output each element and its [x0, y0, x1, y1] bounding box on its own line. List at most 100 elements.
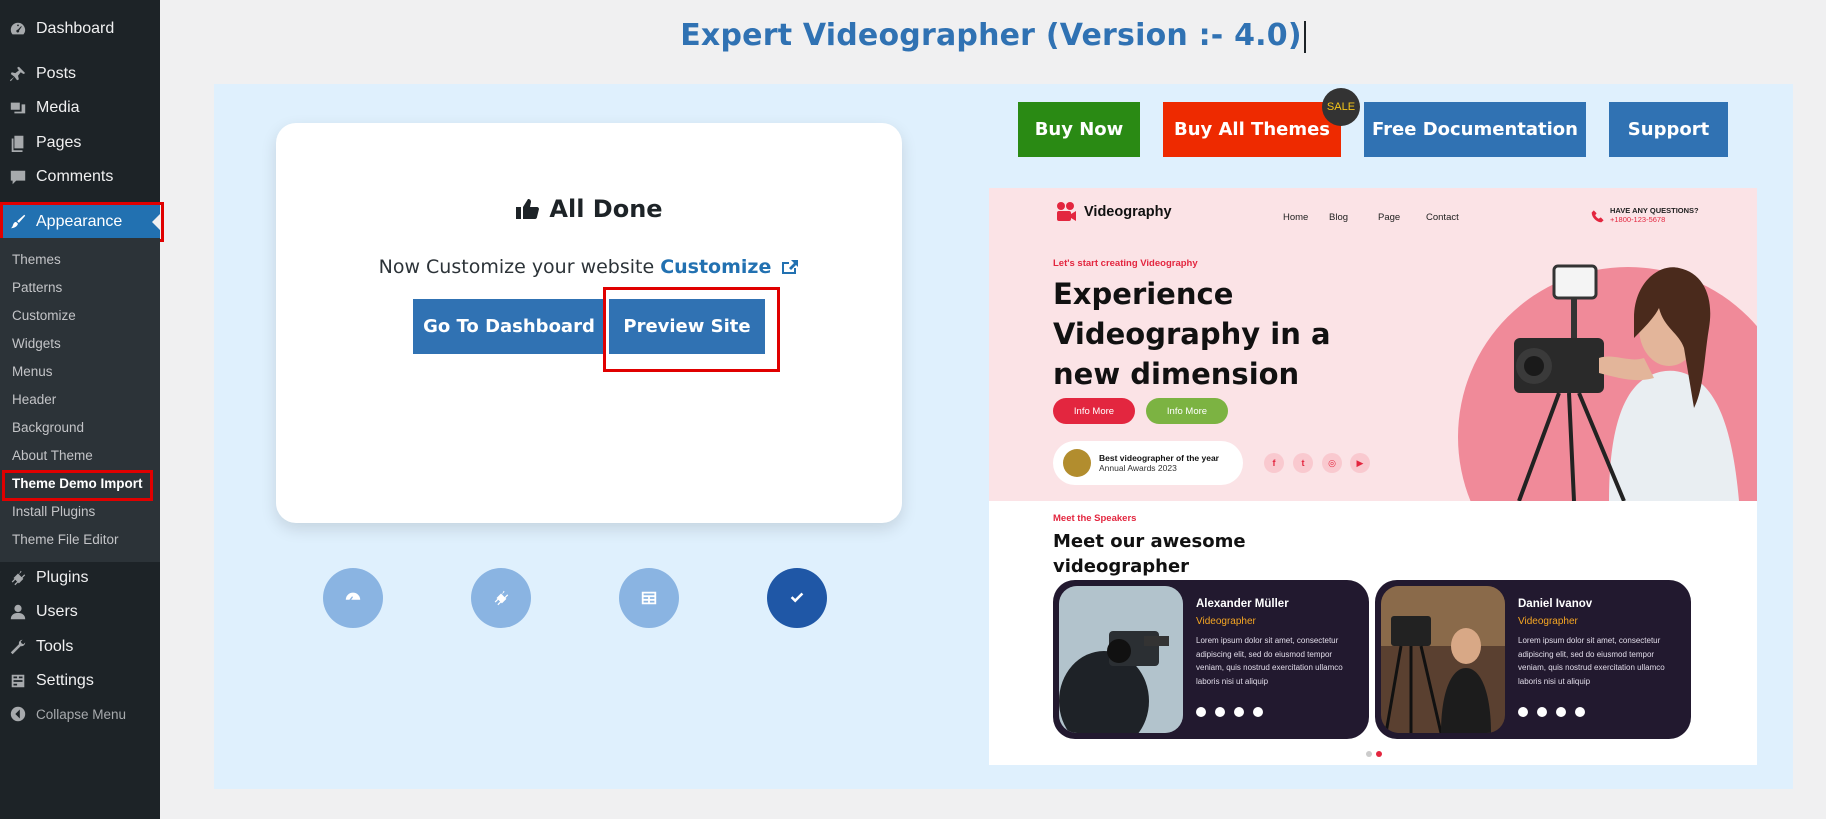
buy-now-button[interactable]: Buy Now	[1018, 102, 1140, 157]
menu-comments[interactable]: Comments	[0, 160, 160, 194]
menu-pages[interactable]: Pages	[0, 126, 160, 160]
page-title: Expert Videographer (Version :- 4.0)	[160, 18, 1826, 53]
preview-hero: Videography Home Blog Page Contact HAVE …	[989, 188, 1757, 501]
menu-settings[interactable]: Settings	[0, 664, 160, 698]
all-done-heading: All Done	[276, 195, 902, 223]
submenu-header[interactable]: Header	[12, 392, 56, 407]
menu-tools[interactable]: Tools	[0, 630, 160, 664]
pin-icon	[0, 65, 36, 83]
preview-info-button-1: Info More	[1053, 398, 1135, 424]
theme-preview-image: Videography Home Blog Page Contact HAVE …	[989, 188, 1757, 765]
step-done[interactable]	[767, 568, 827, 628]
menu-dashboard[interactable]: Dashboard	[0, 12, 160, 46]
preview-nav-home: Home	[1283, 212, 1309, 223]
step-plugins[interactable]	[471, 568, 531, 628]
sale-badge: SALE	[1322, 88, 1360, 126]
submenu-patterns[interactable]: Patterns	[12, 280, 62, 295]
preview-award-title: Best videographer of the year	[1099, 453, 1219, 463]
menu-users[interactable]: Users	[0, 595, 160, 629]
submenu-customize[interactable]: Customize	[12, 308, 76, 323]
twitter-icon	[1537, 707, 1547, 717]
step-content[interactable]	[619, 568, 679, 628]
submenu-theme-file-editor[interactable]: Theme File Editor	[12, 532, 119, 547]
menu-label: Tools	[36, 638, 74, 655]
submenu-theme-demo-import[interactable]: Theme Demo Import	[12, 476, 143, 491]
phone-icon	[1591, 210, 1604, 223]
menu-posts[interactable]: Posts	[0, 57, 160, 91]
text-caret	[1303, 20, 1306, 53]
speaker-bio: Lorem ipsum dolor sit amet, consectetur …	[1518, 636, 1665, 686]
plugin-icon	[494, 590, 509, 606]
menu-plugins[interactable]: Plugins	[0, 561, 160, 595]
menu-label: Media	[36, 99, 80, 116]
speedometer-icon	[345, 592, 361, 600]
dashboard-icon	[0, 20, 36, 38]
pages-icon	[0, 134, 36, 152]
carousel-dot	[1366, 751, 1372, 757]
table-icon	[641, 591, 657, 605]
preview-nav-page: Page	[1378, 212, 1401, 223]
instagram-icon	[1556, 707, 1566, 717]
preview-headline: Experience Videography in a new dimensio…	[1053, 277, 1331, 391]
menu-collapse[interactable]: Collapse Menu	[0, 697, 160, 731]
plugin-icon	[0, 569, 36, 587]
thumbs-up-icon	[516, 199, 540, 219]
preview-award-badge: Best videographer of the year Annual Awa…	[1053, 441, 1243, 485]
speaker-social-icons	[1518, 707, 1585, 717]
settings-icon	[0, 672, 36, 690]
preview-kicker: Let's start creating Videography	[1053, 258, 1198, 269]
menu-appearance[interactable]: Appearance	[0, 205, 160, 239]
instagram-icon	[1234, 707, 1244, 717]
menu-label: Collapse Menu	[36, 706, 127, 722]
preview-logo-text: Videography	[1084, 204, 1172, 220]
preview-nav-blog: Blog	[1329, 212, 1349, 223]
facebook-icon	[1196, 707, 1206, 717]
camera-logo-icon	[1057, 202, 1076, 221]
step-dashboard[interactable]	[323, 568, 383, 628]
preview-phone-block: HAVE ANY QUESTIONS? +1800-123-5678	[1591, 206, 1699, 224]
user-icon	[0, 603, 36, 621]
speaker-name: Daniel Ivanov	[1518, 598, 1593, 610]
preview-question: HAVE ANY QUESTIONS?	[1610, 206, 1699, 215]
preview-nav-contact: Contact	[1426, 212, 1459, 223]
speaker-role: Videographer	[1196, 616, 1256, 627]
menu-label: Users	[36, 603, 78, 620]
facebook-icon	[1518, 707, 1528, 717]
buy-all-themes-button[interactable]: Buy All Themes	[1163, 102, 1341, 157]
preview-site-button[interactable]: Preview Site	[609, 299, 765, 354]
menu-label: Posts	[36, 65, 77, 82]
submenu-about-theme[interactable]: About Theme	[12, 448, 93, 463]
collapse-icon	[0, 705, 36, 723]
submenu-background[interactable]: Background	[12, 420, 84, 435]
page-title-text: Expert Videographer (Version :- 4.0)	[680, 18, 1302, 53]
support-button[interactable]: Support	[1609, 102, 1728, 157]
submenu-menus[interactable]: Menus	[12, 364, 53, 379]
submenu-widgets[interactable]: Widgets	[12, 336, 61, 351]
all-done-text: All Done	[549, 195, 663, 223]
comment-icon	[0, 168, 36, 186]
speaker-social-icons	[1196, 707, 1263, 717]
customize-link[interactable]: Customize	[660, 256, 771, 278]
facebook-icon: f	[1264, 453, 1284, 473]
menu-media[interactable]: Media	[0, 91, 160, 125]
free-documentation-button[interactable]: Free Documentation	[1364, 102, 1586, 157]
submenu-themes[interactable]: Themes	[12, 252, 61, 267]
external-link-icon[interactable]	[781, 259, 799, 275]
speaker-bio: Lorem ipsum dolor sit amet, consectetur …	[1196, 636, 1343, 686]
preview-phone: +1800-123-5678	[1610, 215, 1666, 224]
customize-text: Now Customize your website	[378, 256, 655, 278]
submenu-install-plugins[interactable]: Install Plugins	[12, 504, 95, 519]
menu-label: Settings	[36, 672, 94, 689]
trophy-icon	[1063, 449, 1091, 477]
youtube-icon: ▶	[1350, 453, 1370, 473]
current-arrow	[152, 214, 160, 230]
menu-label: Plugins	[36, 569, 89, 586]
wrench-icon	[0, 638, 36, 656]
menu-label: Pages	[36, 134, 82, 151]
appearance-submenu: Themes Patterns Customize Widgets Menus …	[0, 238, 160, 562]
go-to-dashboard-button[interactable]: Go To Dashboard	[413, 299, 605, 354]
menu-label: Dashboard	[36, 20, 115, 37]
brush-icon	[0, 213, 36, 231]
instagram-icon: ◎	[1322, 453, 1342, 473]
menu-label: Appearance	[36, 213, 123, 230]
